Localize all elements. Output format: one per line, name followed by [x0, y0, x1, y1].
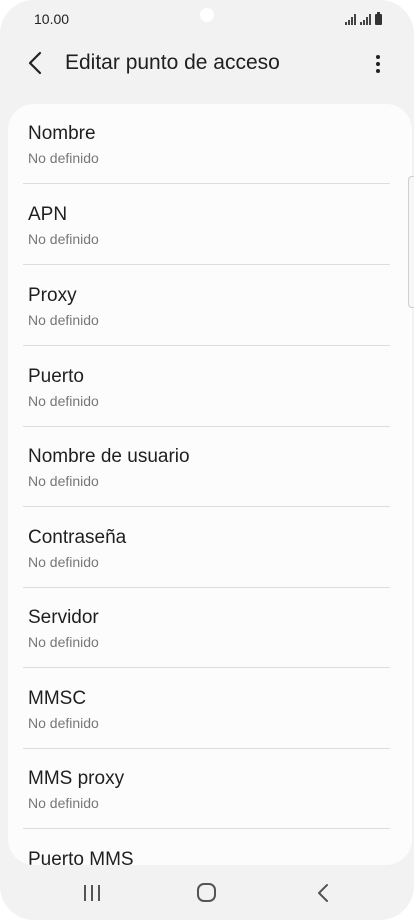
item-value: No definido — [28, 393, 99, 409]
chevron-left-icon — [28, 51, 42, 75]
item-title: Puerto MMS — [28, 849, 134, 865]
item-title: MMS proxy — [28, 768, 125, 789]
more-vertical-icon — [376, 55, 380, 73]
battery-icon — [375, 12, 382, 25]
apn-settings-list: Nombre No definido APN No definido Proxy… — [8, 104, 412, 865]
list-item-apn[interactable]: APN No definido — [8, 185, 412, 265]
divider — [23, 183, 390, 184]
item-value: No definido — [28, 795, 99, 811]
divider — [23, 506, 390, 507]
back-button[interactable] — [22, 48, 50, 80]
divider — [23, 345, 390, 346]
app-bar: Editar punto de acceso — [0, 38, 414, 90]
list-item-mms-proxy[interactable]: MMS proxy No definido — [8, 749, 412, 829]
divider — [23, 667, 390, 668]
list-item-nombre[interactable]: Nombre No definido — [8, 104, 412, 184]
home-button[interactable] — [192, 879, 222, 907]
list-item-proxy[interactable]: Proxy No definido — [8, 266, 412, 346]
item-title: Contraseña — [28, 527, 127, 548]
item-value: No definido — [28, 554, 99, 570]
item-value: No definido — [28, 473, 99, 489]
status-icons — [345, 11, 382, 25]
back-icon — [318, 884, 328, 902]
navigation-bar — [0, 865, 414, 920]
list-item-puerto[interactable]: Puerto No definido — [8, 347, 412, 427]
phone-screen: 10.00 Editar punto de acceso Nombre No d… — [0, 0, 414, 920]
recent-apps-button[interactable] — [77, 879, 107, 907]
home-icon — [197, 883, 216, 902]
status-time: 10.00 — [34, 11, 70, 27]
list-item-mmsc[interactable]: MMSC No definido — [8, 669, 412, 749]
list-item-servidor[interactable]: Servidor No definido — [8, 588, 412, 668]
item-title: APN — [28, 204, 68, 225]
item-value: No definido — [28, 231, 99, 247]
recent-apps-icon — [84, 885, 100, 901]
item-value: No definido — [28, 634, 99, 650]
list-item-puerto-mms[interactable]: Puerto MMS — [8, 830, 412, 865]
item-title: MMSC — [28, 688, 87, 709]
item-value: No definido — [28, 150, 99, 166]
list-item-contrasena[interactable]: Contraseña No definido — [8, 508, 412, 588]
item-title: Proxy — [28, 285, 77, 306]
item-title: Nombre de usuario — [28, 446, 190, 467]
item-title: Puerto — [28, 366, 84, 387]
divider — [23, 264, 390, 265]
divider — [23, 828, 390, 829]
nav-back-button[interactable] — [308, 879, 338, 907]
list-item-nombre-de-usuario[interactable]: Nombre de usuario No definido — [8, 427, 412, 507]
item-value: No definido — [28, 312, 99, 328]
front-camera — [200, 8, 214, 22]
scrollbar-handle[interactable] — [408, 176, 414, 308]
status-bar: 10.00 — [0, 0, 414, 38]
signal-sim2-icon — [360, 14, 371, 25]
item-value: No definido — [28, 715, 99, 731]
more-options-button[interactable] — [366, 50, 390, 78]
item-title: Servidor — [28, 607, 99, 628]
item-title: Nombre — [28, 123, 96, 144]
signal-sim1-icon — [345, 14, 356, 25]
page-title: Editar punto de acceso — [65, 51, 280, 74]
